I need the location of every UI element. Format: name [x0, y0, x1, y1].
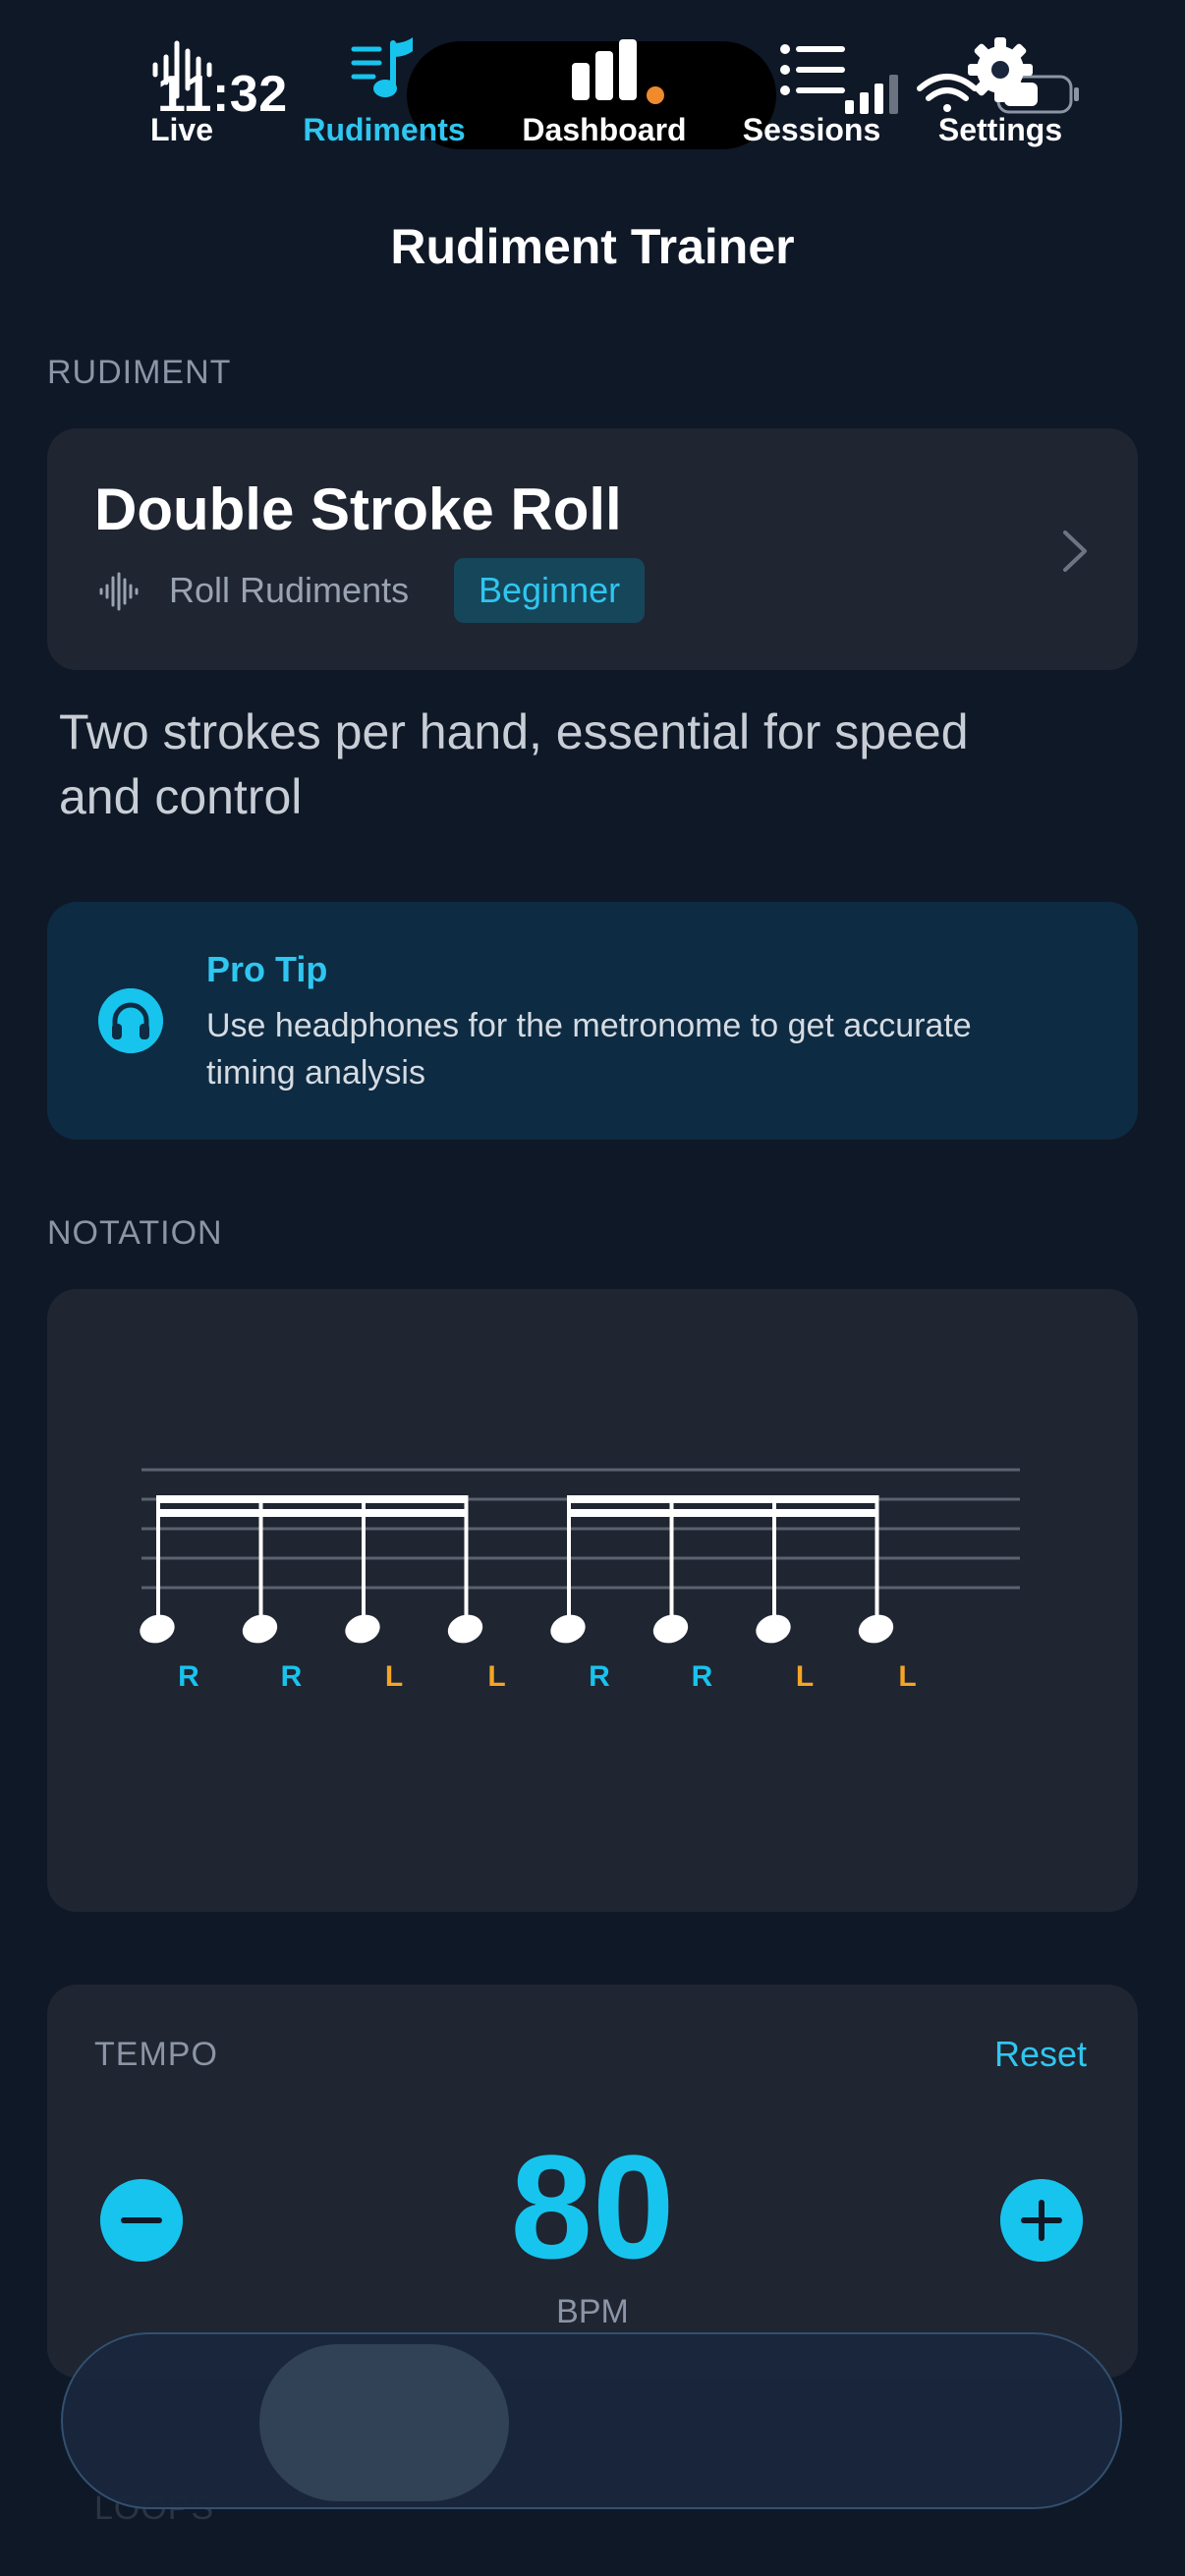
waveform-icon — [99, 572, 139, 611]
note-beam — [569, 1509, 877, 1517]
notation-staff: RRLLRRLL — [140, 1468, 1020, 1693]
waveform-icon — [152, 40, 212, 99]
headphones-icon — [98, 988, 163, 1053]
tab-dashboard[interactable]: Dashboard — [511, 0, 698, 177]
rudiment-name: Double Stroke Roll — [94, 476, 622, 542]
sticking-label: L — [898, 1660, 916, 1693]
tempo-label: TEMPO — [94, 2036, 218, 2073]
note-head — [756, 1614, 791, 1644]
tab-bar — [61, 2332, 1122, 2509]
bar-chart-icon — [572, 39, 637, 100]
rudiment-section-label: RUDIMENT — [47, 354, 232, 391]
staff-lines — [141, 1468, 1020, 1590]
tab-rudiments[interactable]: Rudiments — [279, 0, 489, 177]
note-beam — [569, 1495, 877, 1503]
sticking-label: L — [385, 1660, 403, 1693]
tab-settings-label: Settings — [937, 112, 1063, 147]
sticking-label: R — [281, 1660, 303, 1693]
note-head — [447, 1614, 483, 1644]
list-icon — [780, 44, 845, 95]
notation-section-label: NOTATION — [47, 1214, 223, 1252]
sticking-label: R — [692, 1660, 713, 1693]
note-head — [242, 1614, 278, 1644]
note-beam — [158, 1509, 467, 1517]
note-beam — [158, 1495, 467, 1503]
tempo-bpm-value: 80 — [510, 2124, 675, 2289]
tab-rudiments-label: Rudiments — [303, 112, 466, 147]
note-head — [652, 1614, 689, 1644]
sticking-label: R — [178, 1660, 199, 1693]
sticking-label: L — [796, 1660, 814, 1693]
page-title: Rudiment Trainer — [390, 219, 795, 274]
tab-sessions[interactable]: Sessions — [727, 0, 896, 177]
rudiment-category: Roll Rudiments — [169, 570, 410, 610]
sticking-label: R — [589, 1660, 610, 1693]
rudiment-description: Two strokes per hand, essential for spee… — [59, 704, 969, 824]
tempo-bpm-unit: BPM — [556, 2293, 629, 2330]
tab-active-indicator — [259, 2344, 509, 2501]
tab-live[interactable]: Live — [98, 0, 265, 177]
chevron-right-icon — [1063, 531, 1087, 572]
note-head — [140, 1614, 175, 1644]
sticking-label: L — [487, 1660, 505, 1693]
note-head — [345, 1614, 380, 1644]
tempo-reset-button[interactable]: Reset — [994, 2034, 1087, 2075]
tab-settings[interactable]: Settings — [922, 0, 1079, 177]
pro-tip-text: Use headphones for the metronome to get … — [206, 1007, 972, 1092]
gear-icon — [968, 37, 1033, 102]
rudiment-selector-card[interactable] — [47, 428, 1138, 670]
note-head — [858, 1614, 894, 1644]
tab-dashboard-label: Dashboard — [522, 112, 687, 147]
difficulty-badge: Beginner — [454, 558, 646, 623]
tab-live-label: Live — [149, 112, 214, 147]
music-note-list-icon — [351, 37, 413, 97]
note-head — [550, 1614, 586, 1644]
pro-tip-title: Pro Tip — [206, 949, 328, 989]
tab-sessions-label: Sessions — [742, 112, 881, 147]
